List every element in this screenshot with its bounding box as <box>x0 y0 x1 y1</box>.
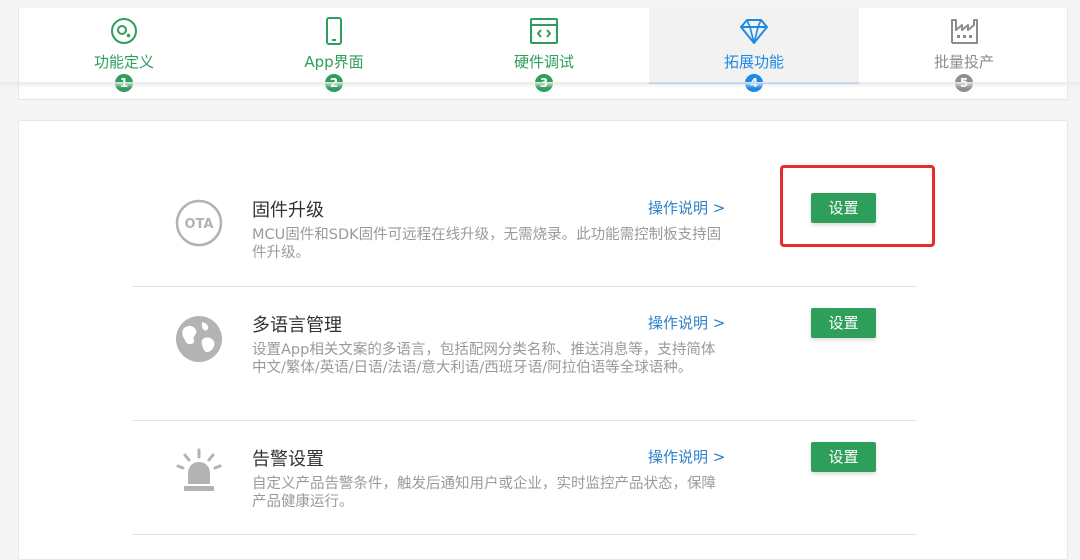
help-link[interactable]: 操作说明 > <box>648 446 725 467</box>
feature-description: 自定义产品告警条件，触发后通知用户或企业，实时监控产品状态，保障产品健康运行。 <box>252 476 716 510</box>
help-link[interactable]: 操作说明 > <box>648 312 725 333</box>
code-window-icon <box>530 18 558 44</box>
feature-title: 告警设置 <box>252 449 324 470</box>
factory-icon <box>951 19 978 44</box>
help-link[interactable]: 操作说明 > <box>648 197 725 218</box>
step-mass-production[interactable]: 批量投产 5 <box>859 8 1069 92</box>
ota-icon: OTA <box>175 199 223 247</box>
feature-title: 多语言管理 <box>252 315 342 336</box>
step-label: 硬件调试 <box>513 53 574 71</box>
feature-description: 设置App相关文案的多语言，包括配网分类名称、推送消息等，支持简体中文/繁体/英… <box>252 342 716 376</box>
step-label: 拓展功能 <box>723 53 784 71</box>
divider <box>132 420 917 421</box>
alarm-light-icon <box>176 448 222 491</box>
gear-icon <box>111 18 137 44</box>
step-tabs: 功能定义 1 App界面 2 硬件调试 3 <box>19 8 1069 92</box>
divider <box>132 286 917 287</box>
step-label: 功能定义 <box>93 53 154 71</box>
step-extended-features[interactable]: 拓展功能 4 <box>649 8 859 92</box>
step-hardware-debug[interactable]: 硬件调试 3 <box>439 8 649 92</box>
stepper-shadow <box>0 82 1080 88</box>
step-app-interface[interactable]: App界面 2 <box>229 8 439 92</box>
globe-icon <box>176 316 222 362</box>
svg-text:OTA: OTA <box>185 217 214 232</box>
step-label: App界面 <box>304 53 364 71</box>
divider <box>132 534 917 535</box>
feature-title: 固件升级 <box>252 200 324 221</box>
diamond-icon <box>740 19 768 44</box>
highlight-box <box>780 165 935 247</box>
settings-button[interactable]: 设置 <box>811 442 876 472</box>
settings-button[interactable]: 设置 <box>811 308 876 338</box>
phone-icon <box>326 17 342 45</box>
step-function-definition[interactable]: 功能定义 1 <box>19 8 229 92</box>
step-label: 批量投产 <box>933 53 994 71</box>
feature-description: MCU固件和SDK固件可远程在线升级，无需烧录。此功能需控制板支持固件升级。 <box>252 227 722 261</box>
